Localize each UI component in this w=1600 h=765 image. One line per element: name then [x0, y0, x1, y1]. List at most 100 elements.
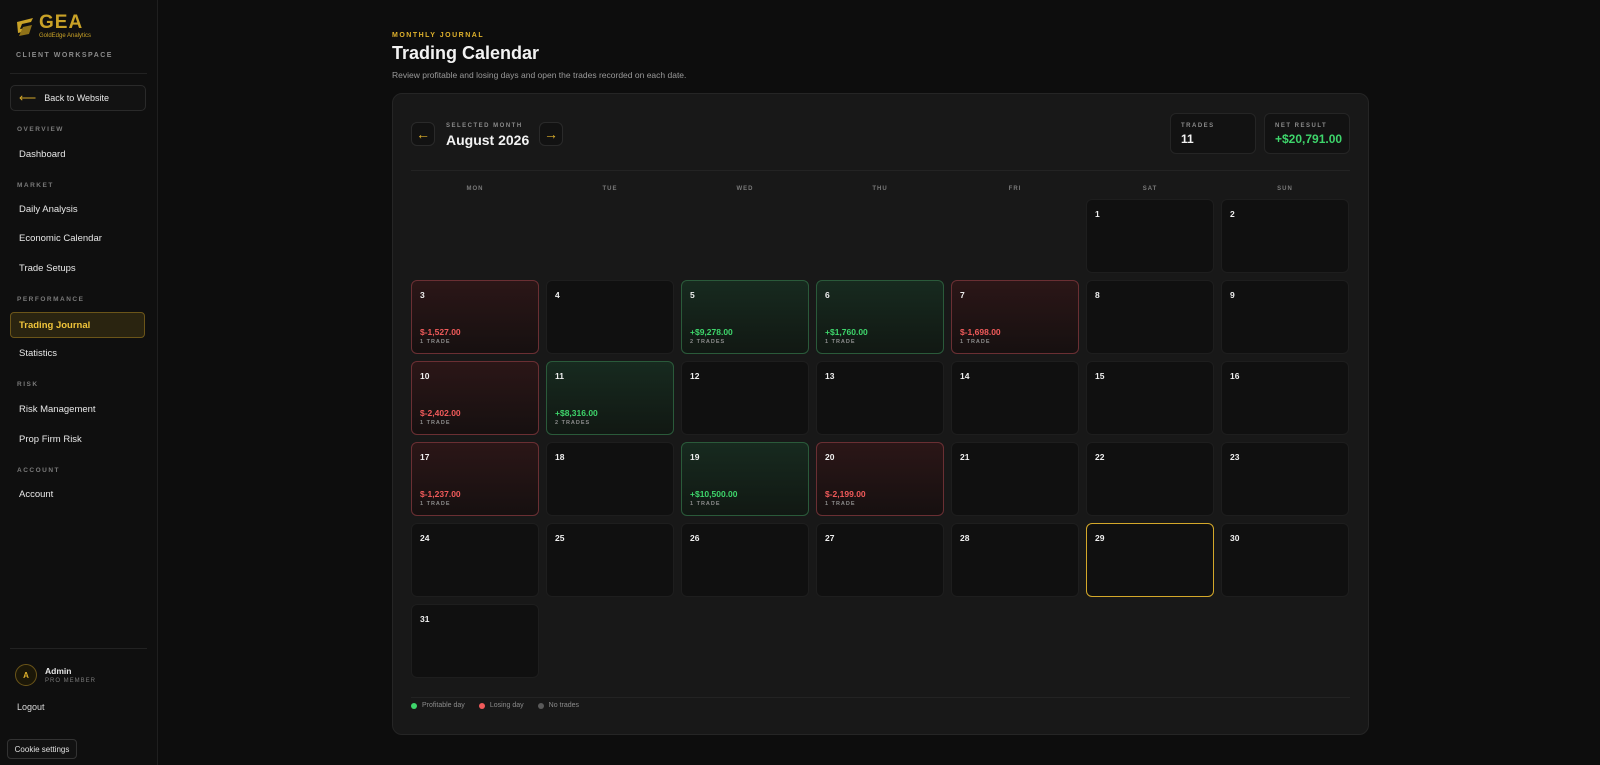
calendar-day-11[interactable]: 11 +$8,316.00 2 TRADES	[546, 361, 674, 435]
calendar-day-23[interactable]: 23	[1221, 442, 1349, 516]
user-role: PRO MEMBER	[45, 678, 97, 684]
panel-divider	[411, 697, 1350, 698]
section-account: ACCOUNT	[17, 467, 60, 474]
legend-label: Profitable day	[422, 702, 465, 709]
day-number: 5	[690, 290, 695, 300]
sidebar-item-trading-journal[interactable]: Trading Journal	[10, 312, 145, 338]
legend-item: No trades	[537, 702, 579, 709]
calendar-day-29[interactable]: 29	[1086, 523, 1214, 597]
day-pnl: $-1,698.00	[960, 327, 1001, 337]
weekday-tue: TUE	[602, 186, 618, 192]
day-number: 29	[1095, 533, 1105, 543]
logout-link[interactable]: Logout	[17, 702, 45, 712]
calendar-day-20[interactable]: 20 $-2,199.00 1 TRADE	[816, 442, 944, 516]
day-pnl: +$9,278.00	[690, 327, 733, 337]
weekday-sat: SAT	[1142, 186, 1158, 192]
calendar-day-15[interactable]: 15	[1086, 361, 1214, 435]
section-overview: OVERVIEW	[17, 126, 64, 133]
sidebar-item-statistics[interactable]: Statistics	[19, 348, 57, 359]
calendar-day-10[interactable]: 10 $-2,402.00 1 TRADE	[411, 361, 539, 435]
sidebar-divider	[10, 648, 147, 649]
page-subtitle: Review profitable and losing days and op…	[392, 70, 687, 80]
day-number: 4	[555, 290, 560, 300]
day-number: 18	[555, 452, 565, 462]
cookie-settings-button[interactable]: Cookie settings	[7, 739, 77, 759]
calendar-day-2[interactable]: 2	[1221, 199, 1349, 273]
calendar-day-6[interactable]: 6 +$1,760.00 1 TRADE	[816, 280, 944, 354]
sidebar-item-account[interactable]: Account	[19, 489, 53, 500]
calendar-day-16[interactable]: 16	[1221, 361, 1349, 435]
day-trade-count: 1 TRADE	[420, 501, 451, 507]
calendar-day-4[interactable]: 4	[546, 280, 674, 354]
calendar-day-8[interactable]: 8	[1086, 280, 1214, 354]
day-number: 6	[825, 290, 830, 300]
sidebar-divider	[10, 73, 147, 74]
day-number: 20	[825, 452, 835, 462]
day-number: 12	[690, 371, 700, 381]
sidebar-item-prop-firm-risk[interactable]: Prop Firm Risk	[19, 434, 82, 445]
sidebar-item-economic-calendar[interactable]: Economic Calendar	[19, 233, 102, 244]
net-result-label: NET RESULT	[1275, 123, 1328, 129]
legend-dot-icon	[537, 702, 544, 709]
calendar-day-1[interactable]: 1	[1086, 199, 1214, 273]
trades-value: 11	[1181, 132, 1194, 146]
calendar-day-13[interactable]: 13	[816, 361, 944, 435]
calendar-day-27[interactable]: 27	[816, 523, 944, 597]
calendar-day-21[interactable]: 21	[951, 442, 1079, 516]
day-number: 13	[825, 371, 835, 381]
calendar-day-14[interactable]: 14	[951, 361, 1079, 435]
calendar-day-22[interactable]: 22	[1086, 442, 1214, 516]
calendar-day-26[interactable]: 26	[681, 523, 809, 597]
calendar-day-5[interactable]: 5 +$9,278.00 2 TRADES	[681, 280, 809, 354]
sidebar-item-risk-management[interactable]: Risk Management	[19, 404, 96, 415]
prev-month-button[interactable]: ←	[411, 122, 435, 146]
page-title: Trading Calendar	[392, 43, 540, 63]
calendar-day-9[interactable]: 9	[1221, 280, 1349, 354]
calendar-panel: ← SELECTED MONTH August 2026 → TRADES 11…	[392, 93, 1369, 735]
day-number: 26	[690, 533, 700, 543]
user-profile[interactable]: A Admin PRO MEMBER	[15, 664, 96, 686]
day-number: 21	[960, 452, 970, 462]
day-trade-count: 1 TRADE	[690, 501, 721, 507]
sidebar-item-trade-setups[interactable]: Trade Setups	[19, 263, 76, 274]
calendar-day-19[interactable]: 19 +$10,500.00 1 TRADE	[681, 442, 809, 516]
day-number: 2	[1230, 209, 1235, 219]
legend-item: Profitable day	[411, 702, 465, 709]
page-eyebrow: MONTHLY JOURNAL	[392, 32, 485, 39]
sidebar-item-dashboard[interactable]: Dashboard	[19, 149, 65, 160]
next-month-button[interactable]: →	[539, 122, 563, 146]
calendar-day-30[interactable]: 30	[1221, 523, 1349, 597]
calendar-day-12[interactable]: 12	[681, 361, 809, 435]
day-number: 1	[1095, 209, 1100, 219]
calendar-day-7[interactable]: 7 $-1,698.00 1 TRADE	[951, 280, 1079, 354]
day-number: 16	[1230, 371, 1240, 381]
section-risk: RISK	[17, 381, 39, 388]
day-pnl: $-1,527.00	[420, 327, 461, 337]
day-number: 7	[960, 290, 965, 300]
legend-label: Losing day	[489, 702, 524, 709]
calendar-day-24[interactable]: 24	[411, 523, 539, 597]
day-trade-count: 1 TRADE	[420, 420, 451, 426]
back-to-website-button[interactable]: ⟵ Back to Website	[10, 85, 146, 111]
selected-month-label: SELECTED MONTH	[446, 123, 523, 129]
user-name: Admin	[45, 666, 72, 676]
weekday-fri: FRI	[1008, 186, 1022, 192]
calendar-day-28[interactable]: 28	[951, 523, 1079, 597]
day-pnl: $-2,402.00	[420, 408, 461, 418]
calendar-day-18[interactable]: 18	[546, 442, 674, 516]
weekday-sun: SUN	[1277, 186, 1293, 192]
calendar-day-25[interactable]: 25	[546, 523, 674, 597]
logo[interactable]: GEA GoldEdge Analytics	[15, 13, 91, 40]
sidebar-item-daily-analysis[interactable]: Daily Analysis	[19, 204, 78, 215]
day-number: 17	[420, 452, 430, 462]
net-result-value: +$20,791.00	[1275, 132, 1343, 146]
day-number: 23	[1230, 452, 1240, 462]
calendar-day-31[interactable]: 31	[411, 604, 539, 678]
calendar-day-17[interactable]: 17 $-1,237.00 1 TRADE	[411, 442, 539, 516]
weekday-mon: MON	[466, 186, 484, 192]
weekday-wed: WED	[736, 186, 754, 192]
arrow-right-icon: →	[544, 126, 558, 142]
gea-logo-icon	[17, 17, 33, 36]
panel-divider	[411, 170, 1350, 171]
calendar-day-3[interactable]: 3 $-1,527.00 1 TRADE	[411, 280, 539, 354]
